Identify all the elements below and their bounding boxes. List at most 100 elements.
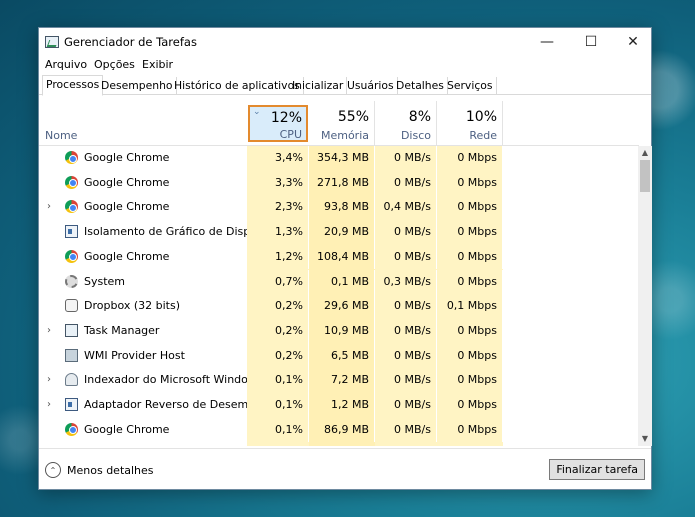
tab-usuarios[interactable]: Usuários [344,77,398,95]
column-memory[interactable]: 55% Memória [309,101,375,146]
expand-chevron-icon[interactable]: › [47,374,51,385]
tab-desempenho[interactable]: Desempenho [98,77,177,95]
process-memory: 86,9 MB [309,417,375,443]
process-row[interactable]: WMI Provider Host 0,2% 6,5 MB 0 MB/s 0 Mbps [39,343,639,369]
tab-detalhes[interactable]: Detalhes [393,77,448,95]
expand-chevron-icon[interactable]: › [47,201,51,212]
process-network: 0 Mbps [437,318,503,344]
menu-arquivo[interactable]: Arquivo [45,58,87,71]
tab-bar: Processos Desempenho Histórico de aplica… [39,75,651,96]
maximize-button[interactable]: ☐ [571,28,611,56]
process-network: 0 Mbps [437,368,503,393]
process-row[interactable]: System 0,7% 0,1 MB 0,3 MB/s 0 Mbps [39,269,639,295]
process-name: System [84,274,126,288]
process-row[interactable]: Google Chrome 3,4% 354,3 MB 0 MB/s 0 Mbps [39,146,639,171]
process-row[interactable]: Google Chrome 1,2% 108,4 MB 0 MB/s 0 Mbps [39,244,639,270]
process-cpu: 1,3% [247,220,309,245]
process-cpu: 0,2% [247,343,309,369]
process-memory: 7,2 MB [309,368,375,393]
task-manager-icon [65,323,78,337]
chrome-icon [65,249,78,263]
task-manager-icon [45,36,59,48]
indexer-icon [65,373,78,387]
scroll-thumb[interactable] [640,160,650,192]
process-name: Dropbox (32 bits) [84,299,181,313]
disk-label: Disco [400,129,431,142]
process-disk: 0,4 MB/s [375,195,437,221]
process-memory: 29,6 MB [309,294,375,319]
column-name[interactable]: Nome [45,129,77,142]
process-cpu: 0,2% [247,294,309,319]
process-row[interactable]: Isolamento de Gráfico de Dispo... 1,3% 20,… [39,220,639,245]
window-icon [65,398,78,411]
process-disk: 0 MB/s [375,343,437,369]
process-name: Google Chrome [84,422,170,436]
process-name: Adaptador Reverso de Desempe... [84,398,273,411]
process-cpu: 0,1% [247,417,309,443]
column-cpu[interactable]: ⌄ 12% CPU [248,105,308,142]
process-list: Google Chrome 3,4% 354,3 MB 0 MB/s 0 Mbps Goo… [39,146,639,446]
expand-chevron-icon[interactable]: › [47,399,51,410]
process-disk: 0 MB/s [375,417,437,443]
process-row[interactable]: › Google Chrome 2,3% 93,8 MB 0,4 MB/s 0 Mbps [39,195,639,221]
process-name: Google Chrome [84,249,170,263]
scroll-up-icon[interactable]: ▲ [638,146,652,160]
process-row[interactable]: › Adaptador Reverso de Desempe... 0,1% 1,2 … [39,393,639,418]
process-row[interactable]: Dropbox (32 bits) 0,2% 29,6 MB 0 MB/s 0,1 Mb… [39,294,639,319]
process-network: 0 Mbps [437,393,503,418]
process-disk: 0 MB/s [375,244,437,270]
process-network: 0 Mbps [437,244,503,270]
title-bar[interactable]: Gerenciador de Tarefas — ☐ ✕ [39,28,651,56]
process-row[interactable]: › Indexador do Microsoft Windo... 0,1% 7,2 … [39,368,639,393]
column-network[interactable]: 10% Rede [437,101,503,146]
scroll-down-icon[interactable]: ▼ [638,432,652,446]
chevron-up-icon: ⌃ [45,462,61,478]
sort-chevron-icon: ⌄ [253,107,261,117]
process-name: WMI Provider Host [84,348,185,362]
process-disk: 0,3 MB/s [375,269,437,295]
menu-opcoes[interactable]: Opções [94,58,135,71]
process-cpu: 0,1% [247,393,309,418]
process-cpu: 1,2% [247,244,309,270]
tab-servicos[interactable]: Serviços [444,77,497,95]
less-details-button[interactable]: ⌃ Menos detalhes [45,462,154,478]
tab-processos[interactable]: Processos [42,75,104,96]
process-disk: 0 MB/s [375,146,437,171]
process-row[interactable]: Google Chrome 0,1% 86,9 MB 0 MB/s 0 Mbps [39,417,639,443]
process-memory: 93,8 MB [309,195,375,221]
process-name: Google Chrome [84,175,170,189]
expand-chevron-icon[interactable]: › [47,325,51,336]
window-title: Gerenciador de Tarefas [64,35,197,49]
process-disk: 0 MB/s [375,220,437,245]
less-details-label: Menos detalhes [67,463,154,477]
vertical-scrollbar[interactable]: ▲ ▼ [638,146,652,446]
wmi-icon [65,348,78,362]
process-network: 0,1 Mbps [437,294,503,319]
memory-label: Memória [320,129,369,142]
network-label: Rede [469,129,497,142]
tab-inicializar[interactable]: Inicializar [289,77,348,95]
process-disk: 0 MB/s [375,170,437,196]
process-memory: 1,2 MB [309,393,375,418]
process-memory: 20,9 MB [309,220,375,245]
end-task-button[interactable]: Finalizar tarefa [549,459,645,480]
process-cpu: 2,3% [247,195,309,221]
process-name: Google Chrome [84,151,170,164]
column-disk[interactable]: 8% Disco [375,101,437,146]
close-button[interactable]: ✕ [613,28,653,56]
process-cpu: 3,3% [247,170,309,196]
network-total: 10% [465,109,497,125]
process-memory: 271,8 MB [309,170,375,196]
process-memory: 108,4 MB [309,244,375,270]
minimize-button[interactable]: — [527,28,567,56]
process-network: 0 Mbps [437,269,503,295]
process-disk: 0 MB/s [375,368,437,393]
process-name: Google Chrome [84,200,170,214]
process-memory: 10,9 MB [309,318,375,344]
column-header: Nome 55% Memória 8% Disco 10% Rede [39,101,639,146]
process-row[interactable]: Google Chrome 3,3% 271,8 MB 0 MB/s 0 Mbps [39,170,639,196]
tab-historico[interactable]: Histórico de aplicativos [171,77,304,95]
process-row[interactable]: › Task Manager 0,2% 10,9 MB 0 MB/s 0 Mbps [39,318,639,344]
process-memory: 6,5 MB [309,343,375,369]
menu-exibir[interactable]: Exibir [142,58,173,71]
